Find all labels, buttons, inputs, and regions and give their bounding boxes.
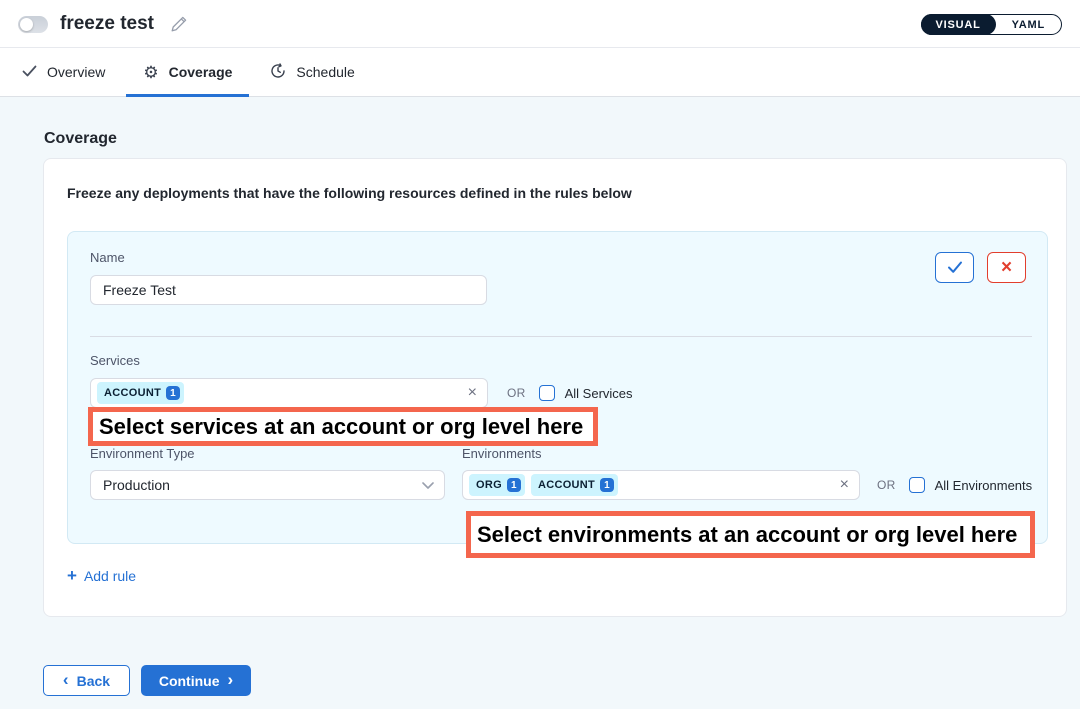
services-clear-icon[interactable]: ×: [468, 385, 477, 401]
coverage-step: Coverage Freeze any deployments that hav…: [0, 97, 1080, 709]
top-bar: freeze test VISUAL YAML: [0, 0, 1080, 48]
check-icon: [947, 261, 963, 274]
tab-schedule[interactable]: Schedule: [253, 48, 371, 96]
tag-count-badge: 1: [166, 386, 180, 400]
chevron-down-icon: [422, 482, 434, 489]
tab-overview-label: Overview: [47, 64, 105, 80]
all-environments-label: All Environments: [935, 478, 1033, 493]
tab-schedule-label: Schedule: [296, 64, 354, 80]
close-icon: ×: [1001, 257, 1012, 279]
environment-type-label: Environment Type: [90, 446, 195, 461]
environments-or-group: OR All Environments: [877, 470, 1032, 500]
freeze-enabled-toggle[interactable]: [18, 16, 48, 33]
card-intro-text: Freeze any deployments that have the fol…: [67, 185, 632, 201]
edit-title-icon[interactable]: [170, 15, 188, 33]
environments-tag-account: ACCOUNT 1: [531, 474, 618, 496]
or-label: OR: [507, 386, 526, 400]
add-rule-label: Add rule: [84, 568, 136, 584]
section-title: Coverage: [44, 130, 117, 148]
services-label: Services: [90, 353, 140, 368]
back-button[interactable]: ‹ Back: [43, 665, 130, 696]
field-divider: [90, 336, 1032, 337]
freeze-rule-card: Name × Services ACCOUNT 1 ×: [67, 231, 1048, 544]
tag-scope-label: ACCOUNT: [104, 387, 161, 399]
environments-tag-org: ORG 1: [469, 474, 525, 496]
back-label: Back: [77, 673, 110, 689]
all-services-checkbox[interactable]: [539, 385, 555, 401]
check-icon: [22, 64, 37, 80]
annotation-services-callout: Select services at an account or org lev…: [88, 407, 598, 446]
rule-name-input[interactable]: [90, 275, 487, 305]
tag-count-badge: 1: [600, 478, 614, 492]
plus-icon: +: [67, 567, 77, 584]
tab-coverage-label: Coverage: [169, 64, 233, 80]
toggle-knob: [20, 18, 33, 31]
environment-type-select[interactable]: Production: [90, 470, 445, 500]
visual-mode-button[interactable]: VISUAL: [921, 14, 996, 35]
yaml-mode-button[interactable]: YAML: [996, 19, 1061, 31]
page-title: freeze test: [60, 0, 154, 48]
environment-type-value: Production: [103, 477, 170, 493]
tag-scope-label: ORG: [476, 479, 502, 491]
or-label: OR: [877, 478, 896, 492]
cancel-rule-button[interactable]: ×: [987, 252, 1026, 283]
schedule-clock-icon: [270, 63, 286, 82]
all-services-label: All Services: [565, 386, 633, 401]
environments-label: Environments: [462, 446, 541, 461]
add-rule-button[interactable]: + Add rule: [67, 567, 136, 584]
tag-count-badge: 1: [507, 478, 521, 492]
environments-clear-icon[interactable]: ×: [840, 477, 849, 493]
confirm-rule-button[interactable]: [935, 252, 974, 283]
continue-button[interactable]: Continue ›: [141, 665, 251, 696]
tab-overview[interactable]: Overview: [5, 48, 122, 96]
services-or-group: OR All Services: [507, 378, 633, 408]
wizard-footer: ‹ Back Continue ›: [43, 665, 251, 696]
annotation-environments-callout: Select environments at an account or org…: [466, 511, 1035, 558]
tab-coverage[interactable]: ⚙ Coverage: [126, 48, 249, 96]
chevron-left-icon: ‹: [63, 671, 69, 688]
continue-label: Continue: [159, 673, 220, 689]
services-multiselect[interactable]: ACCOUNT 1 ×: [90, 378, 488, 408]
freeze-studio-page: freeze test VISUAL YAML Overview ⚙ Cover…: [0, 0, 1080, 709]
environments-multiselect[interactable]: ORG 1 ACCOUNT 1 ×: [462, 470, 860, 500]
tag-scope-label: ACCOUNT: [538, 479, 595, 491]
all-environments-checkbox[interactable]: [909, 477, 925, 493]
gear-icon: ⚙: [143, 64, 158, 81]
name-label: Name: [90, 250, 125, 265]
chevron-right-icon: ›: [227, 671, 233, 688]
visual-yaml-switch: VISUAL YAML: [921, 14, 1062, 35]
freeze-studio-tabs: Overview ⚙ Coverage Schedule: [0, 48, 1080, 97]
services-tag-account: ACCOUNT 1: [97, 382, 184, 404]
